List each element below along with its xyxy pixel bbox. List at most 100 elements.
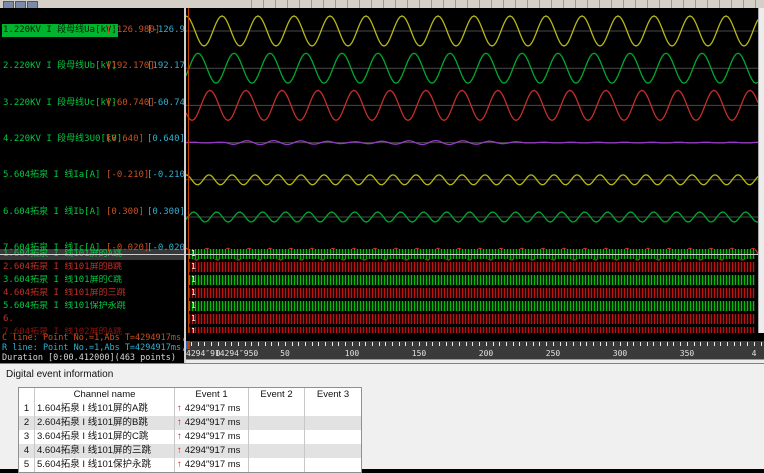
channel-label: 2.604拓泉 I 线101屏的B跳 <box>3 262 123 272</box>
digital-trace-bar: 1 <box>189 288 755 298</box>
row-number: 4 <box>19 444 35 458</box>
table-row[interactable]: 5 5.604拓泉 I 线101保护永跳 ↑ 4294″917 ms <box>19 458 361 472</box>
cell-event1: ↑ 4294″917 ms <box>175 444 249 458</box>
digital-channel-row[interactable]: 6. <box>0 314 184 325</box>
table-row[interactable]: 1 1.604拓泉 I 线101屏的A跳 ↑ 4294″917 ms <box>19 402 361 416</box>
analog-channel-row[interactable]: 1.220KV I 段母线Ua[kV][-126.980][-126.980] <box>0 24 184 37</box>
table-row[interactable]: 2 2.604拓泉 I 线101屏的B跳 ↑ 4294″917 ms <box>19 416 361 430</box>
cell-event3 <box>305 458 361 472</box>
channel-label: 3.604拓泉 I 线101屏的C跳 <box>3 275 123 285</box>
waveform-plot-area[interactable]: 1111111 <box>186 8 758 333</box>
r-cursor-value: [-0.020] <box>147 242 185 253</box>
cell-event1: ↑ 4294″917 ms <box>175 458 249 472</box>
cell-event2 <box>249 430 305 444</box>
c-cursor-value: [0.640] <box>106 133 144 144</box>
analog-channel-row[interactable]: 6.604拓泉 I 线Ib[A] [0.300] [0.300] <box>0 206 184 219</box>
col-event2: Event 2 <box>249 388 305 402</box>
digital-state-value: 1 <box>191 262 196 271</box>
cell-event2 <box>249 444 305 458</box>
channel-label: 6.604拓泉 I 线Ib[A] <box>3 206 101 217</box>
channel-label: 6. <box>3 314 14 324</box>
ruler-cursor-times: 4294″914294″950 <box>186 349 259 358</box>
cell-event1: ↑ 4294″917 ms <box>175 416 249 430</box>
digital-event-table: Channel name Event 1 Event 2 Event 3 1 1.… <box>18 387 362 473</box>
cell-event3 <box>305 444 361 458</box>
digital-channel-row[interactable]: 3.604拓泉 I 线101屏的C跳 <box>0 275 184 286</box>
channel-label: 2.220KV I 段母线Ub[kV] <box>3 61 117 72</box>
section-title: Digital event information <box>6 369 114 380</box>
digital-trace-bar: 1 <box>189 262 755 272</box>
cell-channel-name: 3.604拓泉 I 线101屏的C跳 <box>35 430 175 444</box>
duration-status: Duration [0:00.412000](463 points) <box>2 353 176 363</box>
col-event1: Event 1 <box>175 388 249 402</box>
digital-channel-row[interactable]: 4.604拓泉 I 线101屏的三跳 <box>0 288 184 299</box>
analog-channel-row[interactable]: 2.220KV I 段母线Ub[kV][192.170][192.170] <box>0 60 184 73</box>
c-cursor-line[interactable] <box>188 8 189 333</box>
channel-label: 7.604拓泉 I 线Ic[A] <box>3 242 101 253</box>
time-ruler[interactable]: 4294″914294″950 0 50 100 150 200 250 300 350 4 <box>186 341 764 359</box>
analog-channel-row[interactable]: 3.220KV I 段母线Uc[kV][-60.740][-60.740] <box>0 97 184 110</box>
channel-label: 4.220KV I 段母线3U0[kV] <box>3 133 123 144</box>
r-cursor-value: [-60.740] <box>147 97 185 108</box>
ruler-tick-label: 250 <box>545 349 561 358</box>
r-cursor-value: [-0.210] <box>147 170 185 181</box>
table-body: 1 1.604拓泉 I 线101屏的A跳 ↑ 4294″917 ms 2 2.604拓泉 … <box>19 402 361 472</box>
channel-label: 3.220KV I 段母线Uc[kV] <box>3 97 117 108</box>
ruler-tick-label: 300 <box>612 349 628 358</box>
cell-event3 <box>305 416 361 430</box>
analog-channel-row[interactable]: 5.604拓泉 I 线Ia[A] [-0.210][-0.210] <box>0 169 184 182</box>
channel-label: 1.220KV I 段母线Ua[kV] <box>3 25 117 35</box>
r-cursor-value: [-126.980] <box>147 25 185 35</box>
c-cursor-value: [0.300] <box>106 206 144 217</box>
ruler-tick-label: 350 <box>679 349 695 358</box>
digital-channel-row[interactable]: 2.604拓泉 I 线101屏的B跳 <box>0 262 184 273</box>
r-cursor-value: [0.640] <box>147 133 185 144</box>
analog-channel-row[interactable]: 7.604拓泉 I 线Ic[A] [-0.020][-0.020] <box>0 242 184 255</box>
cell-event2 <box>249 402 305 416</box>
r-line-status: R line: Point No.=1,Abs T=4294917ms, Rel… <box>2 343 184 353</box>
table-row[interactable]: 3 3.604拓泉 I 线101屏的C跳 ↑ 4294″917 ms <box>19 430 361 444</box>
waveform-window: 1.220KV I 段母线Ua[kV][-126.980][-126.980]2… <box>0 8 764 372</box>
ruler-tick-label: 4 <box>751 349 757 358</box>
channel-label: 4.604拓泉 I 线101屏的三跳 <box>3 288 126 298</box>
rising-edge-icon: ↑ <box>177 431 182 442</box>
rising-edge-icon: ↑ <box>177 417 182 428</box>
channel-list-panel: 1.220KV I 段母线Ua[kV][-126.980][-126.980]2… <box>0 8 186 363</box>
row-number: 1 <box>19 402 35 416</box>
digital-state-value: 1 <box>191 327 196 333</box>
table-row[interactable]: 4 4.604拓泉 I 线101屏的三跳 ↑ 4294″917 ms <box>19 444 361 458</box>
cell-channel-name: 4.604拓泉 I 线101屏的三跳 <box>35 444 175 458</box>
rising-edge-icon: ↑ <box>177 403 182 414</box>
vertical-scrollbar[interactable] <box>758 8 764 333</box>
c-cursor-value: [-0.210] <box>106 170 150 181</box>
digital-trace-bar: 1 <box>189 275 755 285</box>
col-rownum <box>19 388 35 402</box>
c-line-status: C line: Point No.=1,Abs T=4294917ms, Rel… <box>2 333 184 343</box>
cell-channel-name: 1.604拓泉 I 线101屏的A跳 <box>35 402 175 416</box>
cell-event3 <box>305 430 361 444</box>
rising-edge-icon: ↑ <box>177 459 182 470</box>
cell-channel-name: 2.604拓泉 I 线101屏的B跳 <box>35 416 175 430</box>
r-cursor-value: [192.170] <box>147 61 185 72</box>
channel-label: 5.604拓泉 I 线101保护永跳 <box>3 301 126 311</box>
row-number: 3 <box>19 430 35 444</box>
cell-event2 <box>249 416 305 430</box>
analog-channel-row[interactable]: 4.220KV I 段母线3U0[kV] [0.640] [0.640] <box>0 133 184 146</box>
digital-state-value: 1 <box>191 275 196 284</box>
rising-edge-icon: ↑ <box>177 445 182 456</box>
c-cursor-value: [-0.020] <box>106 242 150 253</box>
cell-event2 <box>249 458 305 472</box>
digital-state-value: 1 <box>191 301 196 310</box>
digital-event-section: Digital event information Channel name E… <box>0 363 764 473</box>
digital-trace-bar: 1 <box>189 327 755 333</box>
col-channel-name: Channel name <box>35 388 175 402</box>
r-cursor-value: [0.300] <box>147 206 185 217</box>
cell-event1: ↑ 4294″917 ms <box>175 402 249 416</box>
row-number: 5 <box>19 458 35 472</box>
digital-channel-row[interactable]: 5.604拓泉 I 线101保护永跳 <box>0 301 184 312</box>
table-header-row: Channel name Event 1 Event 2 Event 3 <box>19 388 361 402</box>
channel-label: 5.604拓泉 I 线Ia[A] <box>3 170 101 181</box>
cell-event3 <box>305 402 361 416</box>
cursor-status-box: C line: Point No.=1,Abs T=4294917ms, Rel… <box>2 333 184 363</box>
ruler-tick-label: 200 <box>478 349 494 358</box>
